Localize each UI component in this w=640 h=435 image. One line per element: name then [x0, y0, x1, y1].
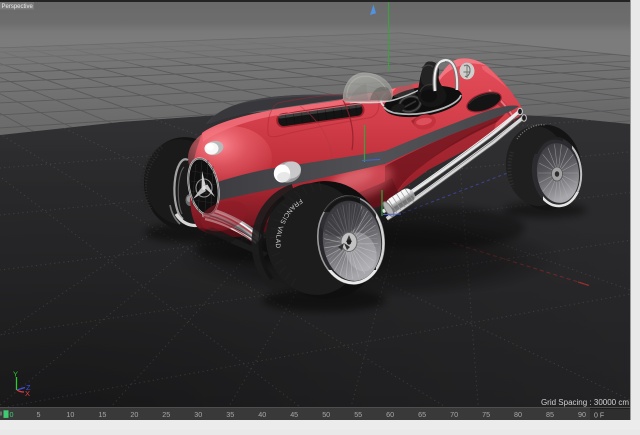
- svg-text:70: 70: [450, 410, 458, 419]
- svg-text:Grid Spacing : 30000 cm: Grid Spacing : 30000 cm: [541, 398, 629, 407]
- svg-text:15: 15: [98, 410, 106, 419]
- svg-text:90: 90: [578, 410, 586, 419]
- svg-text:65: 65: [418, 410, 426, 419]
- svg-text:50: 50: [322, 410, 330, 419]
- svg-text:55: 55: [354, 410, 362, 419]
- svg-text:5: 5: [37, 410, 41, 419]
- svg-text:0: 0: [10, 410, 14, 419]
- svg-text:10: 10: [66, 410, 74, 419]
- svg-text:75: 75: [482, 410, 490, 419]
- svg-text:40: 40: [258, 410, 266, 419]
- svg-text:30: 30: [194, 410, 202, 419]
- svg-text:X: X: [25, 389, 30, 398]
- svg-text:Perspective: Perspective: [2, 4, 34, 10]
- svg-text:20: 20: [130, 410, 138, 419]
- svg-text:25: 25: [162, 410, 170, 419]
- svg-text:35: 35: [226, 410, 234, 419]
- svg-text:80: 80: [514, 410, 522, 419]
- svg-text:60: 60: [386, 410, 394, 419]
- svg-text:0 F: 0 F: [594, 413, 604, 420]
- svg-text:85: 85: [546, 410, 554, 419]
- svg-text:45: 45: [290, 410, 298, 419]
- svg-text:Y: Y: [13, 370, 18, 379]
